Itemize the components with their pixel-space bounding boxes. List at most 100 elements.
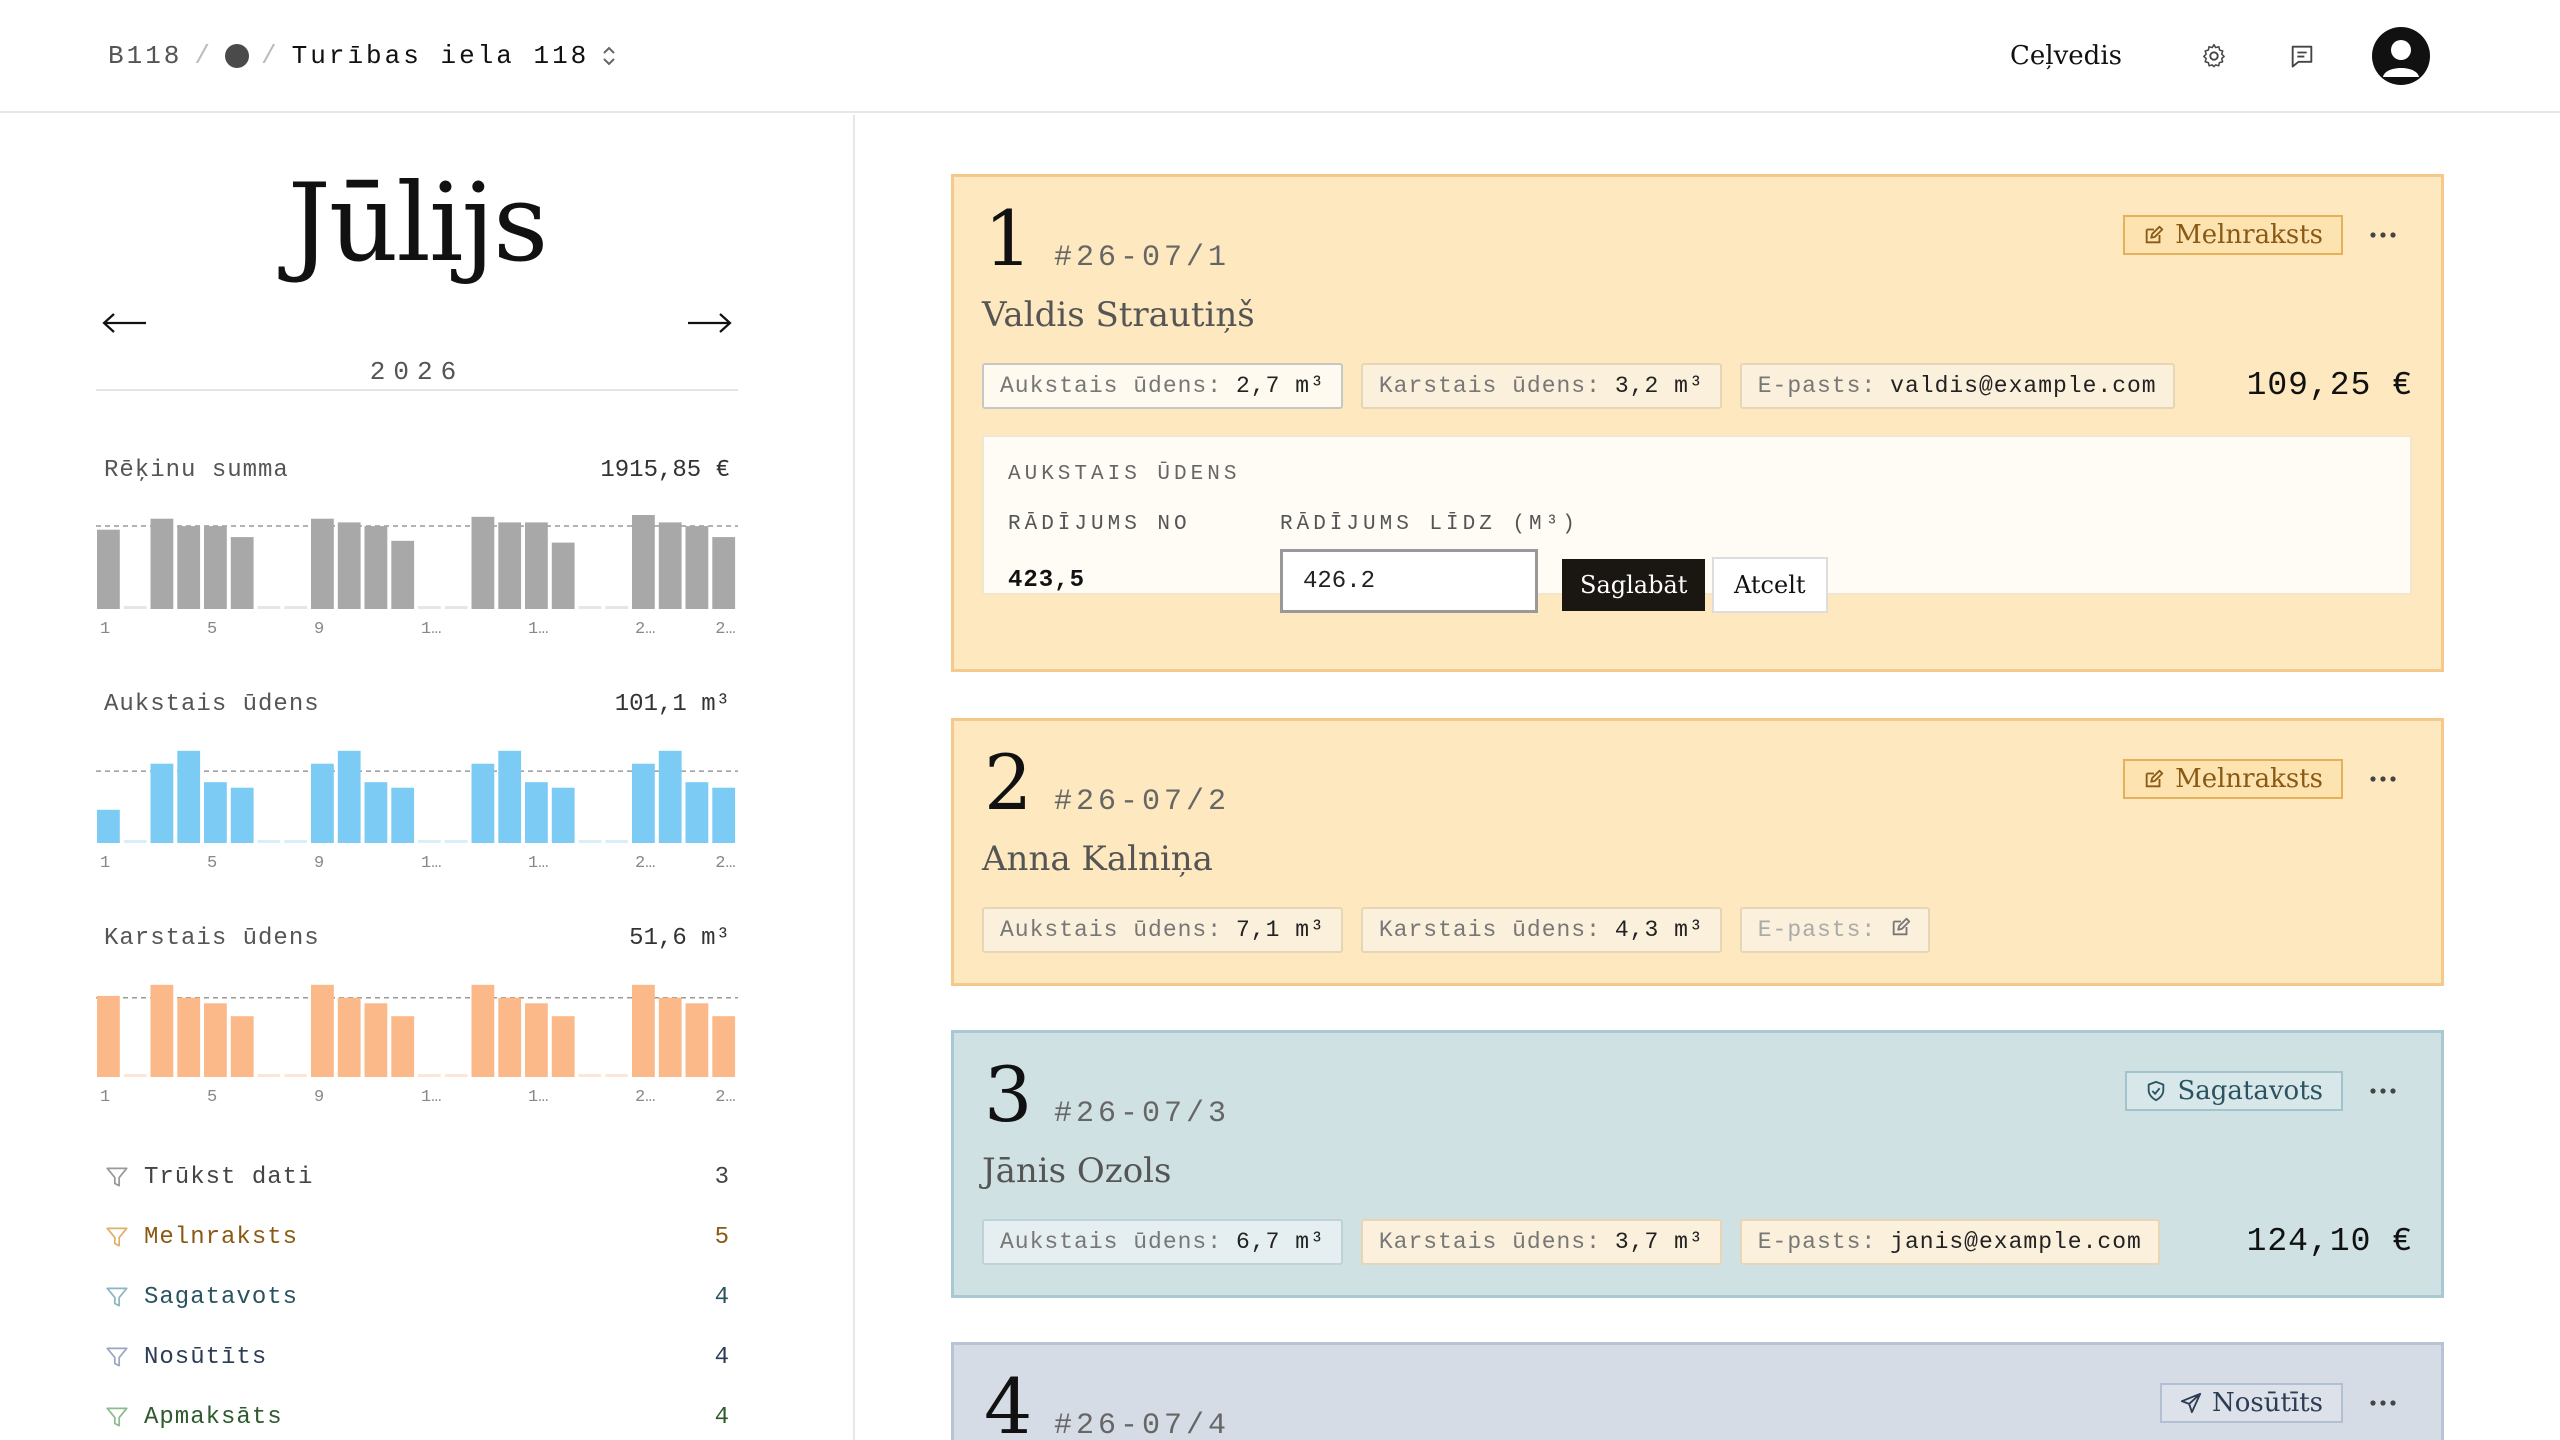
chart-bar[interactable] <box>391 540 415 609</box>
gear-icon[interactable] <box>2182 24 2246 88</box>
chart-bar[interactable] <box>658 997 682 1077</box>
message-icon[interactable] <box>2270 24 2334 88</box>
chart-bar[interactable] <box>498 750 522 843</box>
chart-bar[interactable] <box>177 750 201 843</box>
chart-bar[interactable] <box>471 984 495 1077</box>
chart-bar[interactable] <box>150 763 174 843</box>
chart-bar[interactable] <box>364 526 388 609</box>
breadcrumb-building-code[interactable]: B118 <box>108 41 182 71</box>
chart-bar[interactable] <box>364 1003 388 1077</box>
status-badge-prepared[interactable]: Sagatavots <box>2125 1071 2343 1111</box>
chart-bar[interactable] <box>257 840 281 843</box>
chart-bar[interactable] <box>391 787 415 843</box>
chart-bar[interactable] <box>471 763 495 843</box>
chart-bar[interactable] <box>418 840 441 843</box>
chart-bar[interactable] <box>230 787 254 843</box>
chart-bar[interactable] <box>525 782 548 843</box>
chip-email[interactable]: E-pasts: <box>1739 907 1931 953</box>
chip-email[interactable]: E-pasts: janis@example.com <box>1739 1219 2160 1265</box>
filter-missing-data[interactable]: Trūkst dati 3 <box>96 1147 738 1207</box>
chart-bar[interactable] <box>257 1074 281 1077</box>
chart-bar[interactable] <box>123 606 147 609</box>
chart-bar[interactable] <box>391 1016 415 1077</box>
chart-bar[interactable] <box>364 782 388 843</box>
chart-bar[interactable] <box>685 526 709 609</box>
chart-bar[interactable] <box>444 1074 468 1077</box>
chart-bar[interactable] <box>284 606 308 609</box>
chart-bar[interactable] <box>658 522 682 609</box>
guide-link[interactable]: Ceļvedis <box>2010 41 2122 71</box>
chart-bar[interactable] <box>337 997 361 1077</box>
chart-bar[interactable] <box>204 526 227 609</box>
chart-bar[interactable] <box>444 840 468 843</box>
chart-bar[interactable] <box>150 984 174 1077</box>
chart-bar[interactable] <box>498 522 522 609</box>
status-badge-draft[interactable]: Melnraksts <box>2123 759 2343 799</box>
chart-bar[interactable] <box>337 522 361 609</box>
chart-bar[interactable] <box>605 840 629 843</box>
more-horizontal-icon[interactable] <box>2359 1071 2407 1111</box>
status-badge-sent[interactable]: Nosūtīts <box>2159 1383 2343 1423</box>
chevron-up-down-icon[interactable] <box>601 44 617 68</box>
chart-bar[interactable] <box>230 537 254 609</box>
chart-bar[interactable] <box>712 787 736 843</box>
chart-bar[interactable] <box>150 518 174 609</box>
chart-bar[interactable] <box>257 606 281 609</box>
chart-bar[interactable] <box>578 840 602 843</box>
filter-sent[interactable]: Nosūtīts 4 <box>96 1327 738 1387</box>
more-horizontal-icon[interactable] <box>2359 1383 2407 1423</box>
chart-bar[interactable] <box>685 1003 709 1077</box>
chart-bar[interactable] <box>311 763 334 843</box>
chip-cold-water[interactable]: Aukstais ūdens: 7,1 m³ <box>982 907 1343 953</box>
chip-hot-water[interactable]: Karstais ūdens: 3,7 m³ <box>1360 1219 1722 1265</box>
chart-bar[interactable] <box>685 782 709 843</box>
chart-bar[interactable] <box>123 840 147 843</box>
chart-bar[interactable] <box>605 1074 629 1077</box>
chart-bar[interactable] <box>284 1074 308 1077</box>
chart-bar[interactable] <box>712 537 736 609</box>
save-button[interactable]: Saglabāt <box>1562 559 1706 611</box>
reading-to-input[interactable] <box>1280 549 1538 613</box>
chart-bar[interactable] <box>97 995 120 1077</box>
chart-bar[interactable] <box>551 787 575 843</box>
chart-bar[interactable] <box>632 763 655 843</box>
filter-draft[interactable]: Melnraksts 5 <box>96 1207 738 1267</box>
chart-bar[interactable] <box>204 1003 227 1077</box>
chart-bar[interactable] <box>525 522 548 609</box>
chart-bar[interactable] <box>123 1074 147 1077</box>
arrow-right-icon[interactable] <box>682 305 738 341</box>
chart-bar[interactable] <box>471 516 495 609</box>
chart-bar[interactable] <box>97 529 120 609</box>
more-horizontal-icon[interactable] <box>2359 215 2407 255</box>
chart-bar[interactable] <box>578 1074 602 1077</box>
chart-bar[interactable] <box>177 526 201 609</box>
filter-prepared[interactable]: Sagatavots 4 <box>96 1267 738 1327</box>
chip-hot-water[interactable]: Karstais ūdens: 4,3 m³ <box>1360 907 1722 953</box>
chart-bar[interactable] <box>551 1016 575 1077</box>
edit-icon[interactable] <box>1890 916 1912 945</box>
chart-bar[interactable] <box>418 1074 441 1077</box>
chart-bar[interactable] <box>418 606 441 609</box>
chart-bar[interactable] <box>632 984 655 1077</box>
status-dot-icon[interactable] <box>225 44 250 68</box>
chart-bar[interactable] <box>337 750 361 843</box>
breadcrumb-address[interactable]: Turības iela 118 <box>292 41 590 71</box>
chart-bar[interactable] <box>444 606 468 609</box>
chart-bar[interactable] <box>230 1016 254 1077</box>
chart-bar[interactable] <box>712 1016 736 1077</box>
status-badge-draft[interactable]: Melnraksts <box>2123 215 2343 255</box>
chart-bar[interactable] <box>311 518 334 609</box>
chart-bar[interactable] <box>284 840 308 843</box>
chart-bar[interactable] <box>498 997 522 1077</box>
chart-bar[interactable] <box>658 750 682 843</box>
user-avatar-icon[interactable] <box>2372 27 2430 85</box>
filter-paid[interactable]: Apmaksāts 4 <box>96 1387 738 1440</box>
chart-bar[interactable] <box>525 1003 548 1077</box>
chip-cold-water[interactable]: Aukstais ūdens: 6,7 m³ <box>982 1219 1343 1265</box>
chart-bar[interactable] <box>311 984 334 1077</box>
chart-bar[interactable] <box>605 606 629 609</box>
chart-bar[interactable] <box>97 809 120 843</box>
more-horizontal-icon[interactable] <box>2359 759 2407 799</box>
chart-bar[interactable] <box>551 542 575 609</box>
cancel-button[interactable]: Atcelt <box>1712 557 1828 613</box>
